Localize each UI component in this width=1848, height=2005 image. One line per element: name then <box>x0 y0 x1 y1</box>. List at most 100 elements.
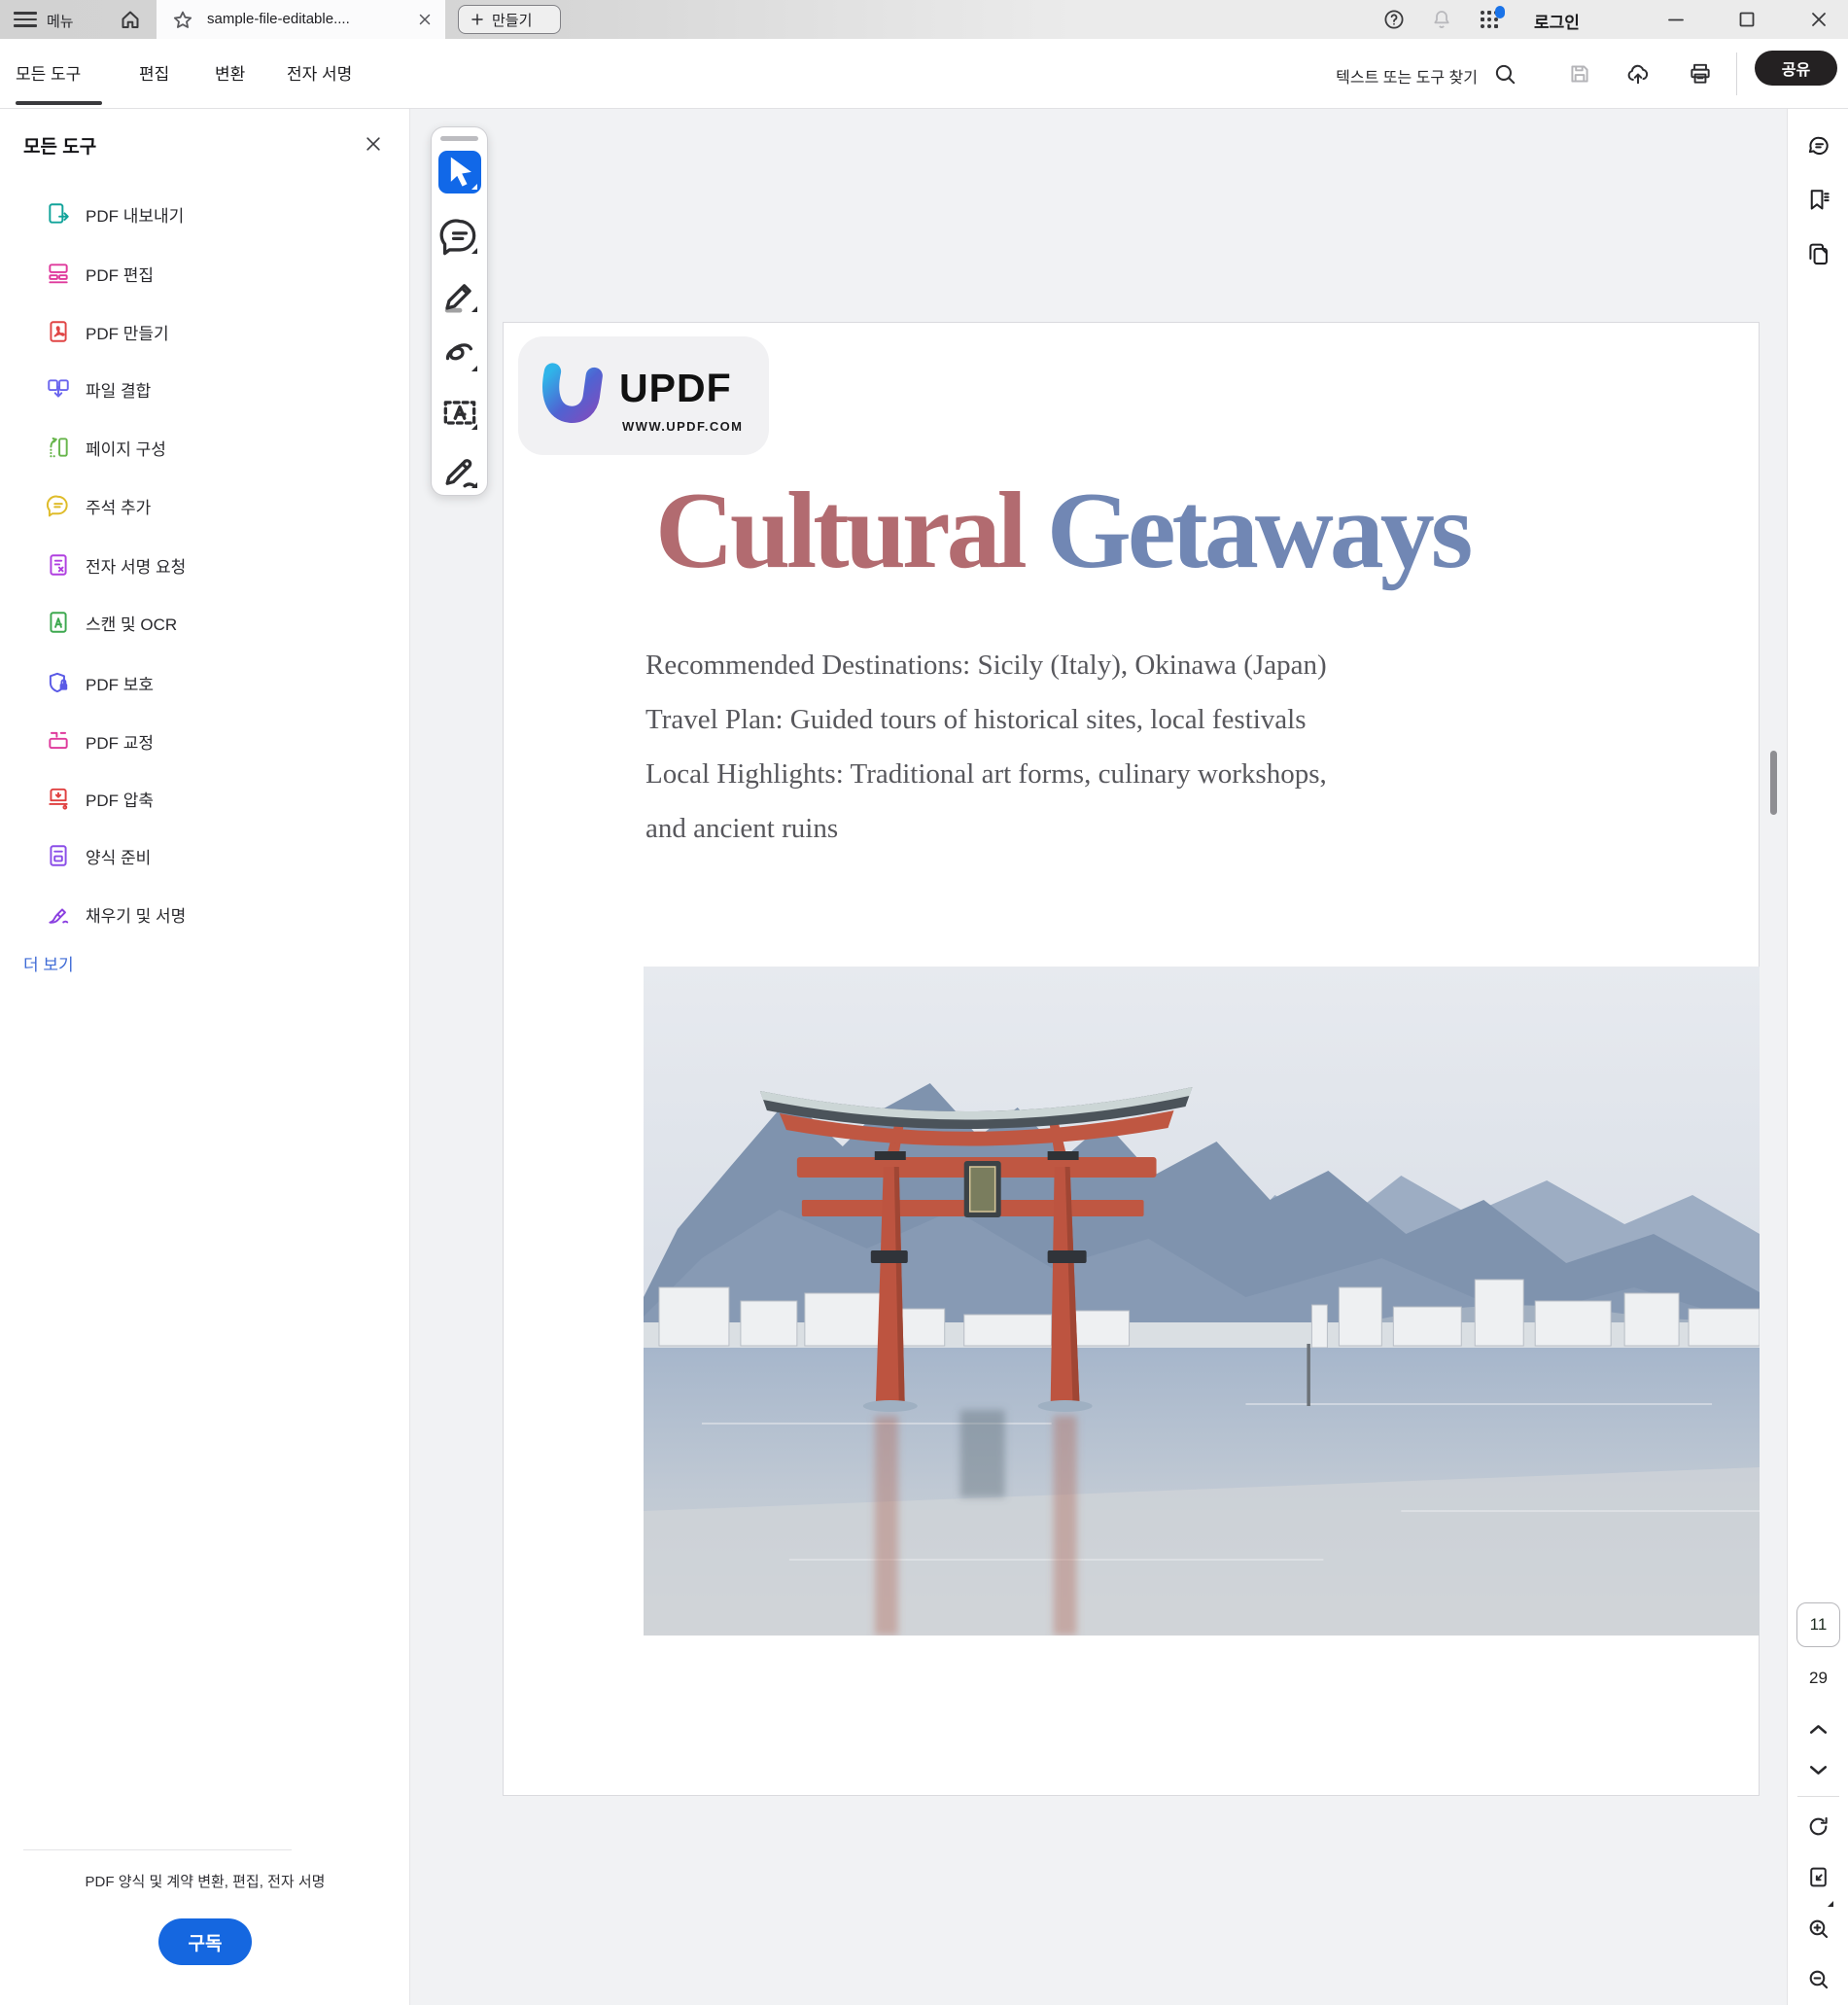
updf-url-text: WWW.UPDF.COM <box>622 419 744 434</box>
tool-select-cursor[interactable] <box>438 151 481 193</box>
sidebar-more-link[interactable]: 더 보기 <box>23 951 74 975</box>
heading-word-getaways: Getaways <box>1046 471 1474 591</box>
document-body-text: Recommended Destinations: Sicily (Italy)… <box>645 638 1666 856</box>
sidebar-item-combine-files[interactable]: 파일 결합 <box>0 368 409 410</box>
zoom-out-icon[interactable] <box>1806 1967 1831 1991</box>
pdf-export-icon <box>46 201 71 227</box>
window-titlebar: 메뉴 sample-file-editable.... 만들기 로그인 <box>0 0 1848 39</box>
pdf-edit-icon <box>46 261 71 286</box>
sidebar-item-redact-pdf[interactable]: PDF 교정 <box>0 720 409 762</box>
sidebar-item-pdf-edit[interactable]: PDF 편집 <box>0 252 409 295</box>
sidebar-close-icon[interactable] <box>364 134 383 154</box>
document-viewport[interactable]: UPDF WWW.UPDF.COM Cultural Getaways Reco… <box>410 109 1787 2005</box>
notifications-bell-icon[interactable] <box>1430 8 1453 31</box>
sidebar-item-add-comment[interactable]: 주석 추가 <box>0 484 409 527</box>
promo-text: PDF 양식 및 계약 변환, 편집, 전자 서명 <box>85 1874 326 1890</box>
zoom-in-icon[interactable] <box>1806 1917 1831 1941</box>
notification-dot <box>1495 6 1505 18</box>
organize-pages-icon <box>46 435 71 460</box>
menu-all-tools[interactable]: 모든 도구 <box>16 60 81 85</box>
search-icon[interactable] <box>1492 61 1517 87</box>
rotate-refresh-icon[interactable] <box>1806 1814 1831 1839</box>
login-button[interactable]: 로그인 <box>1534 9 1580 33</box>
menu-button[interactable]: 메뉴 <box>47 11 74 31</box>
document-text-line: Local Highlights: Traditional art forms,… <box>645 758 1327 790</box>
scan-ocr-icon <box>46 610 71 635</box>
total-pages-label: 29 <box>1809 1669 1828 1687</box>
sidebar-item-label: PDF 만들기 <box>86 324 169 343</box>
menu-esign[interactable]: 전자 서명 <box>287 60 352 85</box>
tool-dropdown-indicator <box>471 306 477 312</box>
sidebar-item-label: PDF 내보내기 <box>86 206 185 226</box>
sidebar-item-scan-ocr[interactable]: 스캔 및 OCR <box>0 601 409 644</box>
tool-select-text[interactable] <box>438 391 481 434</box>
document-text-line: Recommended Destinations: Sicily (Italy)… <box>645 650 1327 681</box>
all-tools-sidebar: 모든 도구 PDF 내보내기 PDF 편집 PDF 만들기 파일 결합 페이지 구성 주석… <box>0 109 410 2005</box>
sidebar-item-label: 파일 결합 <box>86 381 152 401</box>
sidebar-item-request-esign[interactable]: 전자 서명 요청 <box>0 544 409 586</box>
favorite-star-icon[interactable] <box>171 9 194 32</box>
sidebar-item-compress-pdf[interactable]: PDF 압축 <box>0 777 409 820</box>
tool-fill-sign[interactable] <box>438 449 481 492</box>
create-new-tab-button[interactable]: 만들기 <box>458 5 561 34</box>
share-button[interactable]: 공유 <box>1755 51 1837 86</box>
updf-watermark-badge: UPDF WWW.UPDF.COM <box>518 336 769 455</box>
search-tools-label[interactable]: 텍스트 또는 도구 찾기 <box>1270 64 1478 88</box>
tool-add-comment[interactable] <box>438 215 481 258</box>
tool-dropdown-indicator <box>471 482 477 488</box>
sidebar-item-protect-pdf[interactable]: PDF 보호 <box>0 661 409 704</box>
sidebar-divider <box>23 1849 292 1850</box>
menu-convert[interactable]: 변환 <box>215 60 245 85</box>
tool-dropdown-indicator <box>471 366 477 371</box>
fit-page-icon[interactable] <box>1806 1865 1831 1889</box>
previous-page-icon[interactable] <box>1806 1717 1831 1741</box>
print-icon[interactable] <box>1688 61 1713 87</box>
vertical-scrollbar[interactable] <box>1770 751 1777 815</box>
sidebar-item-label: 스캔 및 OCR <box>86 615 178 634</box>
sidebar-item-label: PDF 압축 <box>86 791 155 810</box>
prepare-form-icon <box>46 843 71 868</box>
window-maximize-icon[interactable] <box>1735 8 1759 31</box>
palette-drag-handle[interactable] <box>440 136 478 141</box>
menu-edit[interactable]: 편집 <box>139 60 169 85</box>
bookmarks-panel-icon[interactable] <box>1805 187 1831 213</box>
compress-pdf-icon <box>46 786 71 811</box>
save-icon <box>1567 61 1592 87</box>
active-menu-underline <box>16 101 102 105</box>
sidebar-item-prepare-form[interactable]: 양식 준비 <box>0 834 409 877</box>
document-text-line: Travel Plan: Guided tours of historical … <box>645 704 1307 735</box>
sidebar-item-organize-pages[interactable]: 페이지 구성 <box>0 426 409 469</box>
sidebar-item-pdf-export[interactable]: PDF 내보내기 <box>0 193 409 235</box>
new-tab-label: 만들기 <box>492 12 533 29</box>
tool-highlight[interactable] <box>438 273 481 316</box>
rail-divider <box>1797 1796 1839 1797</box>
combine-files-icon <box>46 376 71 402</box>
cloud-upload-icon[interactable] <box>1625 61 1651 87</box>
subscribe-button[interactable]: 구독 <box>158 1918 252 1965</box>
floating-tool-palette <box>431 126 488 496</box>
sidebar-item-pdf-create[interactable]: PDF 만들기 <box>0 310 409 353</box>
tab-close-icon[interactable] <box>416 11 434 28</box>
next-page-icon[interactable] <box>1806 1758 1831 1782</box>
fit-page-dropdown-icon[interactable] <box>1828 1901 1833 1907</box>
window-close-icon[interactable] <box>1807 8 1831 31</box>
tool-freehand-draw[interactable] <box>438 333 481 375</box>
current-page-input[interactable]: 11 <box>1796 1602 1840 1647</box>
page-thumbnails-panel-icon[interactable] <box>1805 241 1831 267</box>
window-minimize-icon[interactable] <box>1664 8 1688 31</box>
sidebar-item-fill-sign[interactable]: 채우기 및 서명 <box>0 893 409 935</box>
updf-brand-text: UPDF <box>619 366 732 410</box>
pdf-page: UPDF WWW.UPDF.COM Cultural Getaways Reco… <box>503 322 1760 1796</box>
home-icon[interactable] <box>119 8 142 31</box>
protect-pdf-icon <box>46 670 71 695</box>
request-esign-icon <box>46 552 71 578</box>
hamburger-menu-icon[interactable] <box>14 12 37 27</box>
pdf-create-icon <box>46 319 71 344</box>
document-text-line: and ancient ruins <box>645 813 839 844</box>
comments-panel-icon[interactable] <box>1805 133 1831 159</box>
fill-sign-icon <box>46 901 71 927</box>
document-tab[interactable]: sample-file-editable.... <box>157 0 445 39</box>
tool-dropdown-indicator <box>471 248 477 254</box>
sidebar-item-label: 전자 서명 요청 <box>86 557 187 577</box>
help-icon[interactable] <box>1382 8 1406 31</box>
